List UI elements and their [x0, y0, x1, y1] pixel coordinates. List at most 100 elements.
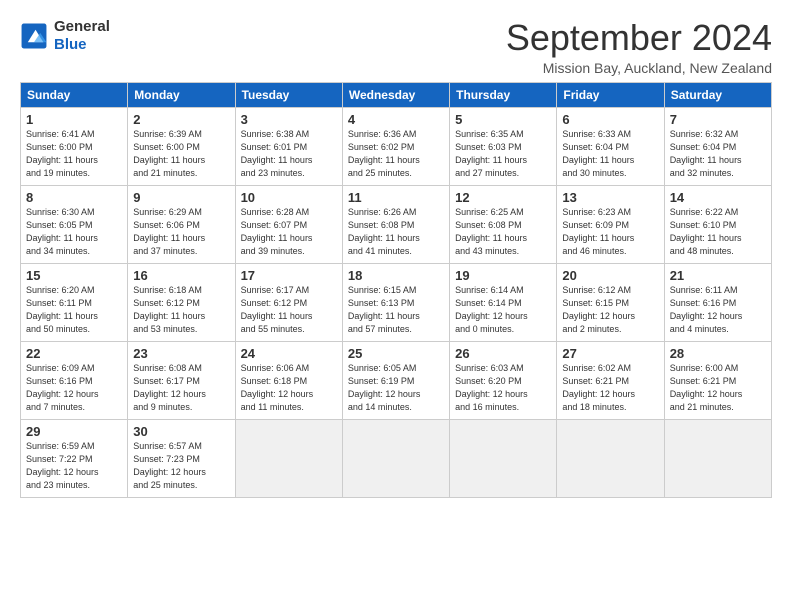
day-number: 23 [133, 346, 229, 361]
calendar-cell: 23Sunrise: 6:08 AM Sunset: 6:17 PM Dayli… [128, 341, 235, 419]
calendar-cell: 22Sunrise: 6:09 AM Sunset: 6:16 PM Dayli… [21, 341, 128, 419]
day-info: Sunrise: 6:06 AM Sunset: 6:18 PM Dayligh… [241, 362, 337, 414]
calendar-cell: 3Sunrise: 6:38 AM Sunset: 6:01 PM Daylig… [235, 107, 342, 185]
calendar-cell: 11Sunrise: 6:26 AM Sunset: 6:08 PM Dayli… [342, 185, 449, 263]
header-saturday: Saturday [664, 82, 771, 107]
calendar-cell: 6Sunrise: 6:33 AM Sunset: 6:04 PM Daylig… [557, 107, 664, 185]
header-sunday: Sunday [21, 82, 128, 107]
day-number: 18 [348, 268, 444, 283]
calendar-cell: 30Sunrise: 6:57 AM Sunset: 7:23 PM Dayli… [128, 419, 235, 497]
header: General Blue September 2024 Mission Bay,… [20, 18, 772, 76]
day-number: 29 [26, 424, 122, 439]
calendar-cell: 20Sunrise: 6:12 AM Sunset: 6:15 PM Dayli… [557, 263, 664, 341]
header-row: Sunday Monday Tuesday Wednesday Thursday… [21, 82, 772, 107]
day-number: 8 [26, 190, 122, 205]
day-number: 11 [348, 190, 444, 205]
day-number: 27 [562, 346, 658, 361]
day-info: Sunrise: 6:15 AM Sunset: 6:13 PM Dayligh… [348, 284, 444, 336]
day-number: 24 [241, 346, 337, 361]
header-monday: Monday [128, 82, 235, 107]
day-info: Sunrise: 6:12 AM Sunset: 6:15 PM Dayligh… [562, 284, 658, 336]
page: General Blue September 2024 Mission Bay,… [0, 0, 792, 508]
day-number: 10 [241, 190, 337, 205]
calendar-cell: 27Sunrise: 6:02 AM Sunset: 6:21 PM Dayli… [557, 341, 664, 419]
calendar-cell: 15Sunrise: 6:20 AM Sunset: 6:11 PM Dayli… [21, 263, 128, 341]
header-tuesday: Tuesday [235, 82, 342, 107]
day-info: Sunrise: 6:25 AM Sunset: 6:08 PM Dayligh… [455, 206, 551, 258]
calendar-cell [235, 419, 342, 497]
day-number: 28 [670, 346, 766, 361]
calendar-cell: 16Sunrise: 6:18 AM Sunset: 6:12 PM Dayli… [128, 263, 235, 341]
calendar-table: Sunday Monday Tuesday Wednesday Thursday… [20, 82, 772, 498]
day-info: Sunrise: 6:33 AM Sunset: 6:04 PM Dayligh… [562, 128, 658, 180]
day-info: Sunrise: 6:05 AM Sunset: 6:19 PM Dayligh… [348, 362, 444, 414]
day-info: Sunrise: 6:57 AM Sunset: 7:23 PM Dayligh… [133, 440, 229, 492]
calendar-cell: 17Sunrise: 6:17 AM Sunset: 6:12 PM Dayli… [235, 263, 342, 341]
calendar-cell: 14Sunrise: 6:22 AM Sunset: 6:10 PM Dayli… [664, 185, 771, 263]
day-info: Sunrise: 6:30 AM Sunset: 6:05 PM Dayligh… [26, 206, 122, 258]
day-info: Sunrise: 6:26 AM Sunset: 6:08 PM Dayligh… [348, 206, 444, 258]
calendar-cell: 28Sunrise: 6:00 AM Sunset: 6:21 PM Dayli… [664, 341, 771, 419]
logo-text-line1: General [54, 18, 110, 36]
header-wednesday: Wednesday [342, 82, 449, 107]
day-number: 6 [562, 112, 658, 127]
day-number: 12 [455, 190, 551, 205]
calendar-week-2: 8Sunrise: 6:30 AM Sunset: 6:05 PM Daylig… [21, 185, 772, 263]
calendar-cell: 25Sunrise: 6:05 AM Sunset: 6:19 PM Dayli… [342, 341, 449, 419]
day-number: 21 [670, 268, 766, 283]
day-number: 16 [133, 268, 229, 283]
day-info: Sunrise: 6:20 AM Sunset: 6:11 PM Dayligh… [26, 284, 122, 336]
day-number: 13 [562, 190, 658, 205]
day-number: 22 [26, 346, 122, 361]
day-info: Sunrise: 6:17 AM Sunset: 6:12 PM Dayligh… [241, 284, 337, 336]
calendar-cell: 13Sunrise: 6:23 AM Sunset: 6:09 PM Dayli… [557, 185, 664, 263]
day-info: Sunrise: 6:14 AM Sunset: 6:14 PM Dayligh… [455, 284, 551, 336]
calendar-cell: 4Sunrise: 6:36 AM Sunset: 6:02 PM Daylig… [342, 107, 449, 185]
day-info: Sunrise: 6:38 AM Sunset: 6:01 PM Dayligh… [241, 128, 337, 180]
day-info: Sunrise: 6:59 AM Sunset: 7:22 PM Dayligh… [26, 440, 122, 492]
day-info: Sunrise: 6:32 AM Sunset: 6:04 PM Dayligh… [670, 128, 766, 180]
day-info: Sunrise: 6:39 AM Sunset: 6:00 PM Dayligh… [133, 128, 229, 180]
calendar-cell: 24Sunrise: 6:06 AM Sunset: 6:18 PM Dayli… [235, 341, 342, 419]
header-friday: Friday [557, 82, 664, 107]
day-number: 3 [241, 112, 337, 127]
day-info: Sunrise: 6:35 AM Sunset: 6:03 PM Dayligh… [455, 128, 551, 180]
day-info: Sunrise: 6:11 AM Sunset: 6:16 PM Dayligh… [670, 284, 766, 336]
calendar-cell: 1Sunrise: 6:41 AM Sunset: 6:00 PM Daylig… [21, 107, 128, 185]
calendar-cell: 21Sunrise: 6:11 AM Sunset: 6:16 PM Dayli… [664, 263, 771, 341]
day-number: 20 [562, 268, 658, 283]
calendar-cell: 29Sunrise: 6:59 AM Sunset: 7:22 PM Dayli… [21, 419, 128, 497]
day-number: 30 [133, 424, 229, 439]
calendar-cell: 2Sunrise: 6:39 AM Sunset: 6:00 PM Daylig… [128, 107, 235, 185]
day-info: Sunrise: 6:09 AM Sunset: 6:16 PM Dayligh… [26, 362, 122, 414]
day-number: 1 [26, 112, 122, 127]
day-number: 5 [455, 112, 551, 127]
calendar-cell [450, 419, 557, 497]
day-number: 14 [670, 190, 766, 205]
calendar-cell: 12Sunrise: 6:25 AM Sunset: 6:08 PM Dayli… [450, 185, 557, 263]
logo-text-line2: Blue [54, 36, 110, 54]
calendar-cell: 18Sunrise: 6:15 AM Sunset: 6:13 PM Dayli… [342, 263, 449, 341]
calendar-cell [557, 419, 664, 497]
calendar-cell: 5Sunrise: 6:35 AM Sunset: 6:03 PM Daylig… [450, 107, 557, 185]
day-info: Sunrise: 6:41 AM Sunset: 6:00 PM Dayligh… [26, 128, 122, 180]
logo: General Blue [20, 18, 110, 54]
day-info: Sunrise: 6:36 AM Sunset: 6:02 PM Dayligh… [348, 128, 444, 180]
calendar-cell: 7Sunrise: 6:32 AM Sunset: 6:04 PM Daylig… [664, 107, 771, 185]
day-number: 17 [241, 268, 337, 283]
calendar-cell: 8Sunrise: 6:30 AM Sunset: 6:05 PM Daylig… [21, 185, 128, 263]
day-info: Sunrise: 6:28 AM Sunset: 6:07 PM Dayligh… [241, 206, 337, 258]
day-number: 25 [348, 346, 444, 361]
calendar-week-5: 29Sunrise: 6:59 AM Sunset: 7:22 PM Dayli… [21, 419, 772, 497]
calendar-week-1: 1Sunrise: 6:41 AM Sunset: 6:00 PM Daylig… [21, 107, 772, 185]
calendar-cell [342, 419, 449, 497]
logo-icon [20, 22, 48, 50]
title-block: September 2024 Mission Bay, Auckland, Ne… [506, 18, 772, 76]
calendar-week-4: 22Sunrise: 6:09 AM Sunset: 6:16 PM Dayli… [21, 341, 772, 419]
header-thursday: Thursday [450, 82, 557, 107]
day-info: Sunrise: 6:03 AM Sunset: 6:20 PM Dayligh… [455, 362, 551, 414]
day-info: Sunrise: 6:02 AM Sunset: 6:21 PM Dayligh… [562, 362, 658, 414]
day-number: 7 [670, 112, 766, 127]
calendar-cell: 9Sunrise: 6:29 AM Sunset: 6:06 PM Daylig… [128, 185, 235, 263]
day-info: Sunrise: 6:22 AM Sunset: 6:10 PM Dayligh… [670, 206, 766, 258]
